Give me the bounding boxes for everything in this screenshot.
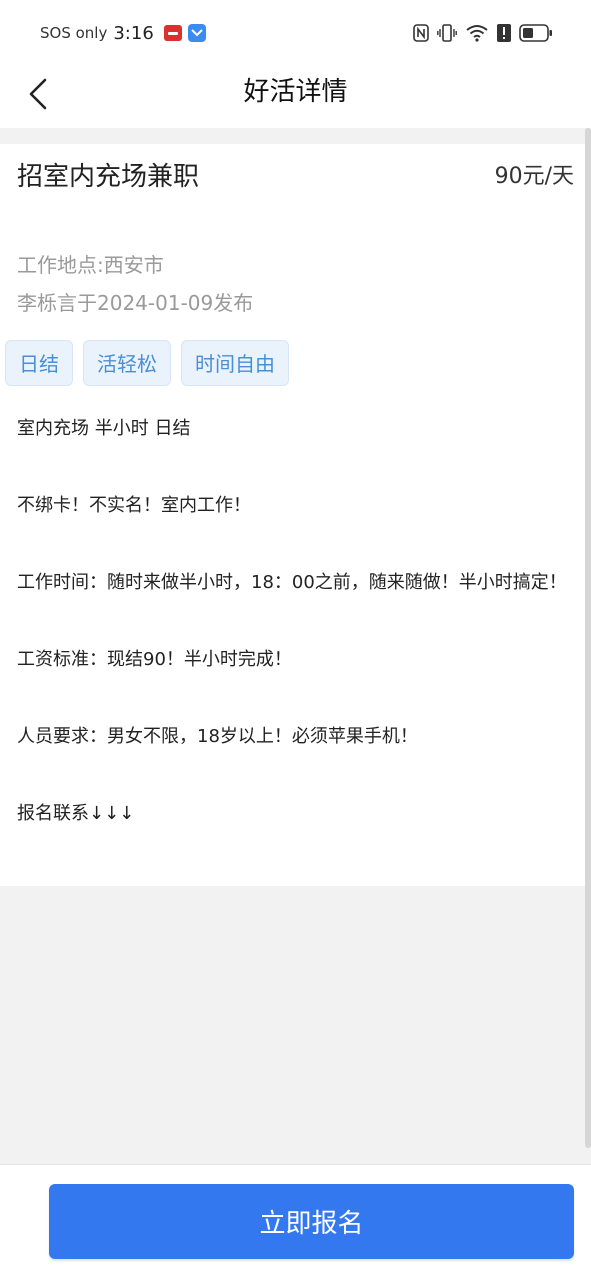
description-line: 工资标准：现结90！半小时完成！ bbox=[17, 649, 292, 670]
bottom-action-bar: 立即报名 bbox=[0, 1164, 591, 1281]
signup-button[interactable]: 立即报名 bbox=[49, 1184, 574, 1259]
description-spacer bbox=[17, 526, 569, 565]
salary-label: 90元/天 bbox=[494, 164, 574, 189]
publish-info: 李栎言于2024-01-09发布 bbox=[17, 291, 254, 315]
wifi-icon bbox=[465, 24, 489, 42]
job-description: 室内充场 半小时 日结 不绑卡！不实名！室内工作！ 工作时间：随时来做半小时，1… bbox=[17, 410, 569, 834]
description-line: 工作时间：随时来做半小时，18：00之前，随来随做！半小时搞定！ bbox=[17, 572, 567, 593]
nfc-icon bbox=[413, 24, 429, 42]
job-location: 工作地点:西安市 bbox=[17, 253, 164, 277]
status-left: SOS only 3:16 bbox=[40, 22, 206, 44]
vibrate-icon bbox=[437, 24, 457, 42]
nav-bar: 好活详情 bbox=[0, 64, 591, 128]
description-spacer bbox=[17, 757, 569, 796]
tag-daily-pay: 日结 bbox=[5, 340, 73, 386]
status-clock: 3:16 bbox=[113, 22, 154, 44]
page-title: 好活详情 bbox=[243, 77, 348, 107]
job-title: 招室内充场兼职 bbox=[17, 162, 200, 192]
description-line: 人员要求：男女不限，18岁以上！必须苹果手机！ bbox=[17, 726, 418, 747]
battery-icon bbox=[519, 24, 553, 42]
back-button[interactable] bbox=[14, 72, 62, 120]
job-detail-card: 招室内充场兼职 90元/天 工作地点:西安市 李栎言于2024-01-09发布 … bbox=[0, 144, 585, 886]
description-line: 报名联系↓↓↓ bbox=[17, 803, 135, 824]
tag-flexible-time: 时间自由 bbox=[181, 340, 289, 386]
status-right bbox=[413, 23, 553, 43]
status-bar: SOS only 3:16 bbox=[0, 0, 591, 64]
description-line: 室内充场 半小时 日结 bbox=[17, 418, 191, 439]
notification-app-icon-2 bbox=[187, 24, 206, 42]
chevron-left-icon bbox=[28, 78, 48, 114]
description-spacer bbox=[17, 603, 569, 642]
description-line: 不绑卡！不实名！室内工作！ bbox=[17, 495, 251, 516]
description-spacer bbox=[17, 680, 569, 719]
scrollbar[interactable] bbox=[585, 128, 591, 1148]
carrier-label: SOS only bbox=[40, 24, 108, 42]
notification-app-icon bbox=[163, 25, 182, 41]
description-spacer bbox=[17, 449, 569, 488]
tag-list: 日结 活轻松 时间自由 bbox=[5, 340, 289, 386]
alert-icon bbox=[497, 24, 511, 42]
tag-easy-work: 活轻松 bbox=[83, 340, 171, 386]
